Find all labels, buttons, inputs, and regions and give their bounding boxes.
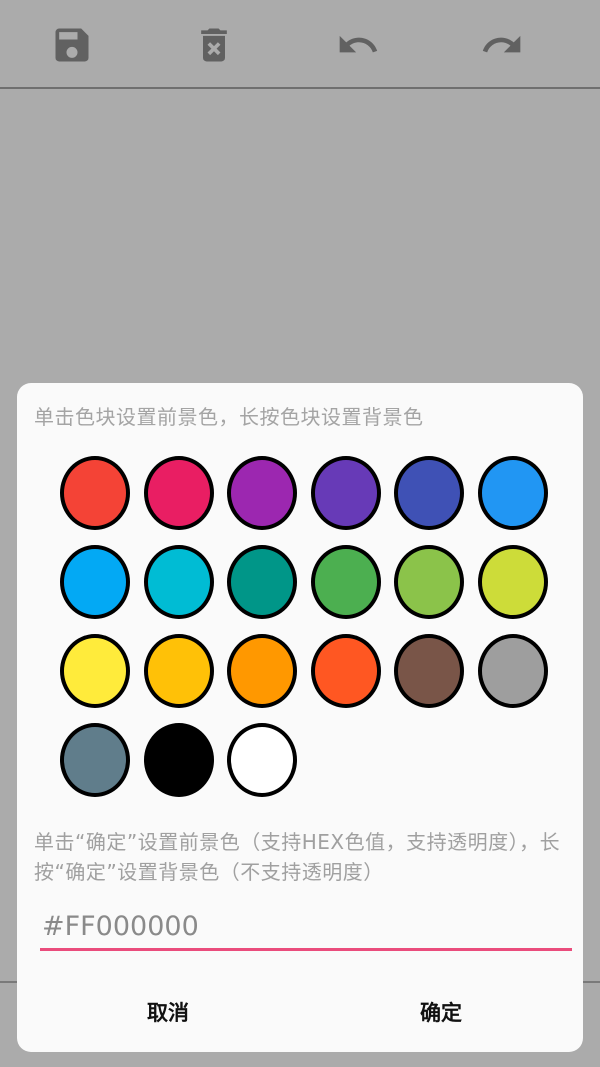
color-swatch[interactable]: [227, 634, 297, 708]
redo-button[interactable]: [478, 18, 526, 72]
toolbar: [0, 0, 600, 89]
color-swatch[interactable]: [310, 545, 381, 619]
delete-button[interactable]: [190, 18, 238, 72]
color-swatch[interactable]: [60, 634, 130, 708]
save-button[interactable]: [48, 18, 96, 72]
color-swatch[interactable]: [394, 545, 464, 619]
color-swatch[interactable]: [477, 545, 548, 619]
color-swatch[interactable]: [143, 634, 214, 708]
hex-hint-text: 单击“确定”设置前景色（支持HEX色值，支持透明度），长按“确定”设置背景色（不…: [34, 830, 561, 884]
undo-button[interactable]: [334, 18, 382, 72]
color-swatch[interactable]: [394, 634, 464, 708]
color-swatch[interactable]: [227, 723, 297, 797]
redo-icon: [482, 35, 521, 53]
color-swatch[interactable]: [60, 723, 130, 797]
color-swatch[interactable]: [60, 456, 130, 530]
color-swatch[interactable]: [394, 456, 464, 530]
color-swatch[interactable]: [143, 723, 214, 797]
color-swatch[interactable]: [477, 456, 548, 530]
color-swatch[interactable]: [60, 545, 130, 619]
save-icon: [55, 28, 89, 62]
color-swatch[interactable]: [227, 456, 297, 530]
undo-icon: [339, 35, 378, 53]
color-swatch[interactable]: [143, 456, 214, 530]
cancel-button[interactable]: 取消: [147, 993, 189, 1033]
color-swatch[interactable]: [477, 634, 548, 708]
color-picker-dialog: 单击色块设置前景色，长按色块设置背景色 单击“确定”设置前景色（支持HEX色值，…: [17, 383, 583, 1052]
color-swatch[interactable]: [310, 634, 381, 708]
delete-icon: [201, 28, 227, 62]
instruction-text: 单击色块设置前景色，长按色块设置背景色: [34, 405, 424, 429]
hex-color-input[interactable]: [40, 905, 572, 951]
color-swatch[interactable]: [227, 545, 297, 619]
confirm-button[interactable]: 确定: [420, 993, 462, 1033]
color-swatch[interactable]: [143, 545, 214, 619]
color-swatch[interactable]: [310, 456, 381, 530]
